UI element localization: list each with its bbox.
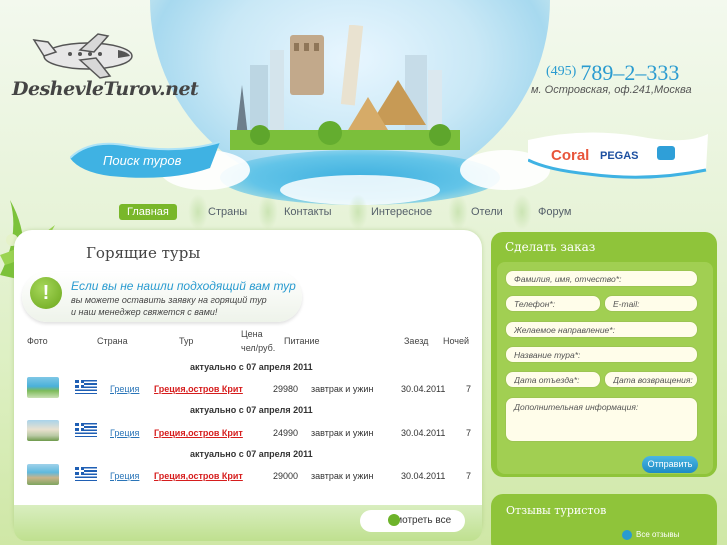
order-title: Сделать заказ: [505, 240, 596, 254]
date-cell: 30.04.2011: [401, 384, 446, 394]
notice-line-1: вы можете оставить заявку на горящий тур: [71, 295, 267, 305]
order-form: [497, 262, 713, 474]
phone-number: 789–2–333: [580, 60, 680, 85]
coral-logo[interactable]: Coral: [551, 147, 589, 164]
tour-photo[interactable]: [27, 377, 59, 398]
reviews-panel: [491, 494, 717, 545]
logo-text[interactable]: DeshevleTurov.net: [12, 78, 199, 100]
arrow-circle-icon: [622, 530, 632, 540]
nights-cell: 7: [466, 471, 472, 481]
greece-flag-icon: [75, 380, 97, 394]
column-country: Страна: [97, 336, 128, 346]
arrow-circle-icon: [388, 514, 400, 526]
meal-cell: завтрак и ужин: [311, 384, 374, 394]
meal-cell: завтрак и ужин: [311, 428, 374, 438]
price-cell: 29000: [273, 471, 299, 481]
tour-photo[interactable]: [27, 420, 59, 441]
column-meal: Питание: [284, 336, 320, 346]
country-link[interactable]: Греция: [110, 384, 139, 394]
email-field[interactable]: [604, 295, 698, 312]
see-all-button[interactable]: Смотреть все: [360, 510, 466, 532]
column-photo: Фото: [27, 336, 48, 346]
nights-cell: 7: [466, 384, 472, 394]
nav-item-forum[interactable]: Форум: [538, 200, 571, 224]
departure-date-field[interactable]: [505, 371, 601, 388]
meal-cell: завтрак и ужин: [311, 471, 374, 481]
phone: (495) 789–2–333: [546, 60, 679, 86]
pegas-mark-icon: [657, 146, 675, 160]
nav-separator: [258, 194, 278, 230]
nav-separator: [188, 194, 208, 230]
address: м. Островская, оф.241,Москва: [531, 84, 692, 96]
country-link[interactable]: Греция: [110, 428, 139, 438]
tour-link[interactable]: Греция,остров Крит: [154, 471, 243, 481]
greece-flag-icon: [75, 423, 97, 437]
price-cell: 29980: [273, 384, 299, 394]
reviews-title: Отзывы туристов: [506, 504, 607, 517]
nav-item-hotels[interactable]: Отели: [471, 200, 503, 224]
nav-item-contacts[interactable]: Контакты: [284, 200, 332, 224]
tour-name-field[interactable]: [505, 346, 698, 363]
row-note: актуально с 07 апреля 2011: [190, 405, 313, 415]
notice-line-2: и наш менеджер свяжется с вами!: [71, 307, 218, 317]
price-cell: 24990: [273, 428, 299, 438]
nav-separator: [348, 194, 368, 230]
submit-button[interactable]: Отправить: [642, 456, 698, 473]
nav-separator: [448, 194, 468, 230]
column-tour: Тур: [179, 336, 194, 346]
tour-link[interactable]: Греция,остров Крит: [154, 384, 243, 394]
nights-cell: 7: [466, 428, 472, 438]
date-cell: 30.04.2011: [401, 471, 446, 481]
nav-item-countries[interactable]: Страны: [208, 200, 247, 224]
page: DeshevleTurov.net (495) 789–2–333 м. Остр…: [0, 0, 727, 545]
exclamation-icon: !: [30, 277, 62, 309]
nav-item-interesting[interactable]: Интересное: [371, 200, 432, 224]
date-cell: 30.04.2011: [401, 428, 446, 438]
phone-code: (495): [546, 64, 577, 79]
page-title: Горящие туры: [86, 244, 201, 262]
column-price-unit: чел/руб.: [241, 343, 276, 353]
all-reviews-link[interactable]: Все отзывы: [636, 530, 679, 539]
row-note: актуально с 07 апреля 2011: [190, 362, 313, 372]
column-arrival: Заезд: [404, 336, 429, 346]
header-landmarks-illustration: [230, 25, 460, 150]
nav-separator: [512, 194, 532, 230]
direction-field[interactable]: [505, 321, 698, 338]
airplane-logo-icon: [32, 33, 133, 79]
country-link[interactable]: Греция: [110, 471, 139, 481]
return-date-field[interactable]: [604, 371, 698, 388]
additional-info-field[interactable]: [505, 397, 698, 442]
column-nights: Ночей: [443, 336, 470, 346]
search-tours-label[interactable]: Поиск туров: [103, 153, 181, 168]
column-price: Цена: [241, 329, 263, 339]
nav-item-home[interactable]: Главная: [119, 204, 177, 220]
phone-field[interactable]: [505, 295, 601, 312]
name-field[interactable]: [505, 270, 698, 287]
row-note: актуально с 07 апреля 2011: [190, 449, 313, 459]
notice-title: Если вы не нашли подходящий вам тур: [71, 279, 296, 293]
tour-photo[interactable]: [27, 464, 59, 485]
greece-flag-icon: [75, 467, 97, 481]
tour-link[interactable]: Греция,остров Крит: [154, 428, 243, 438]
pegas-logo[interactable]: PEGAS: [600, 150, 639, 162]
